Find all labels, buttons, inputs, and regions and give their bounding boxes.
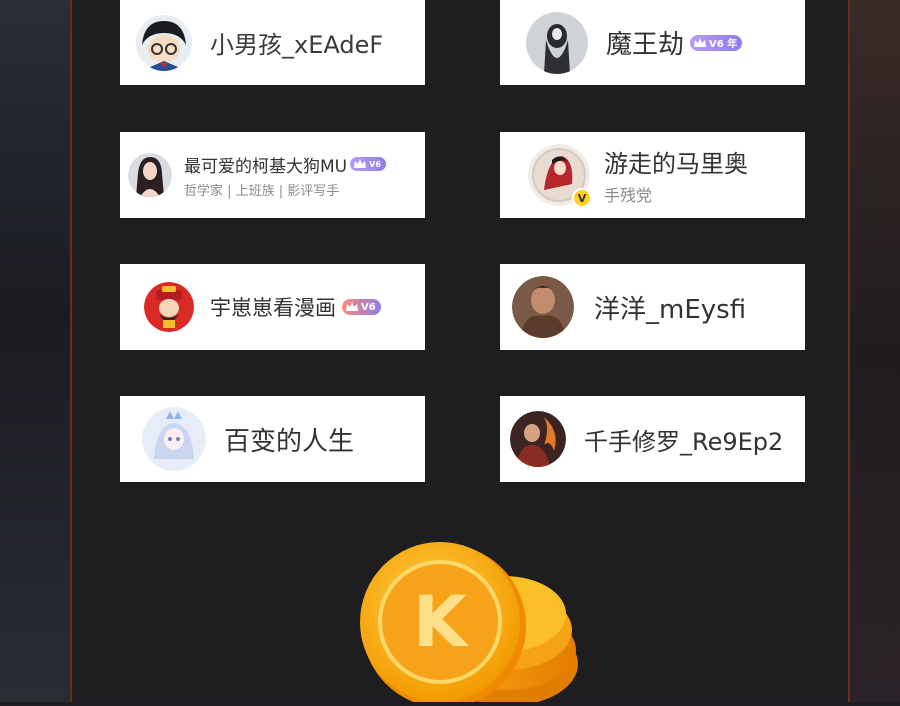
warrior-avatar [512,276,574,338]
fan-list-panel: 小男孩_xEAdeF 魔王劫 V6 年 最可爱的柯基大狗MU V6 哲学家 | … [70,0,850,706]
coin-letter: K [413,581,470,663]
user-tags: 哲学家 | 上班族 | 影评写手 [184,183,340,199]
user-tags: 手残党 [604,186,653,205]
crown-icon [694,37,707,47]
vip-badge-text: V6 年 [709,39,738,50]
ice-princess-avatar [142,407,206,471]
user-name: 洋洋_mEysfi [594,294,747,325]
ghost-avatar [526,11,588,74]
user-name-text: 魔王劫 [606,30,685,60]
user-card[interactable]: 百变的人生 [120,396,425,482]
user-name: 魔王劫 V6 年 [606,24,743,61]
user-name: 游走的马里奥 [604,150,748,178]
user-name: 小男孩_xEAdeF [210,31,384,59]
fire-figure-avatar [510,411,566,467]
anime-avatar: V [528,144,592,208]
vip-badge: V6 [342,299,381,315]
user-name-text: 宇崽崽看漫画 [210,296,336,320]
vip-badge-text: V6 [369,159,381,169]
user-card[interactable]: 千手修罗_Re9Ep2 [500,396,805,482]
vip-badge-text: V6 [361,301,376,313]
user-card[interactable]: 宇崽崽看漫画 V6 [120,264,425,350]
user-card[interactable]: 洋洋_mEysfi [500,264,805,350]
background-right [848,0,900,702]
k-coin-stack-icon: K [348,538,588,706]
user-name: 最可爱的柯基大狗MU V6 [184,152,386,177]
crown-icon [346,302,358,311]
vip-badge: V6 年 [690,34,743,51]
user-card[interactable]: 最可爱的柯基大狗MU V6 哲学家 | 上班族 | 影评写手 [120,132,425,218]
verified-badge: V [572,188,592,208]
user-name-text: 最可爱的柯基大狗MU [184,156,348,177]
crown-icon [354,159,367,168]
user-name: 百变的人生 [224,426,355,457]
fortune-god-avatar [144,282,194,332]
user-card[interactable]: 小男孩_xEAdeF [120,0,425,85]
background-left [0,0,72,702]
user-card[interactable]: 魔王劫 V6 年 [500,0,805,85]
user-name: 千手修罗_Re9Ep2 [584,427,784,456]
user-card[interactable]: V 游走的马里奥 手残党 [500,132,805,218]
user-name: 宇崽崽看漫画 V6 [210,292,381,322]
vip-badge: V6 [350,157,386,171]
detective-avatar [136,14,192,71]
girl-avatar [128,153,172,197]
